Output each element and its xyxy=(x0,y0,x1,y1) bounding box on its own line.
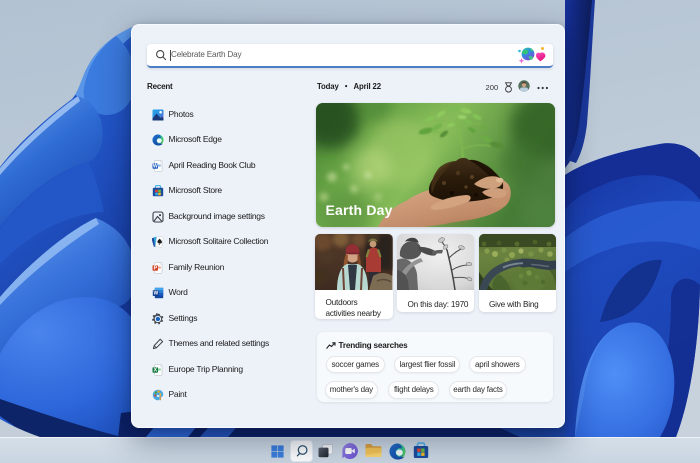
svg-text:W: W xyxy=(152,163,157,169)
svg-text:W: W xyxy=(153,291,158,297)
